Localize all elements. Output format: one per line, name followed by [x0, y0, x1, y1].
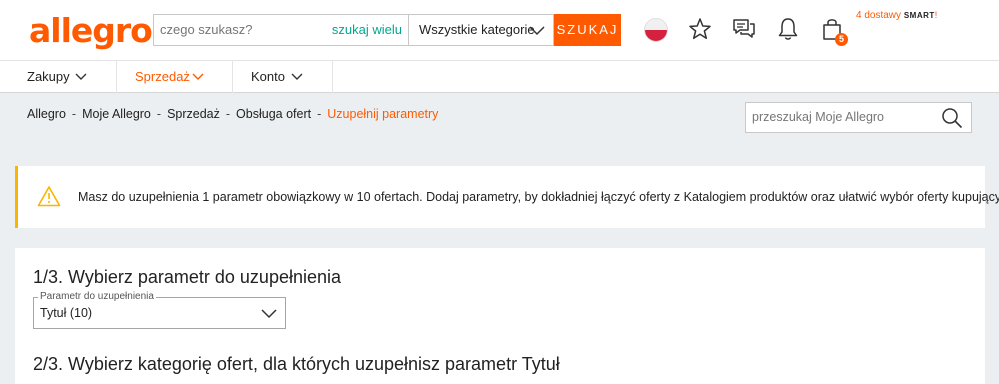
alert-message: Masz do uzupełnienia 1 parametr obowiązk…	[78, 190, 999, 204]
chevron-down-icon	[529, 26, 545, 36]
breadcrumb: Allegro - Moje Allegro - Sprzedaż - Obsługa of…	[27, 107, 438, 121]
star-icon[interactable]	[687, 16, 713, 42]
my-allegro-search-placeholder: przeszukaj Moje Allegro	[752, 110, 885, 124]
step2-title: 2/3. Wybierz kategorię ofert, dla któryc…	[33, 354, 560, 374]
warning-alert: Masz do uzupełnienia 1 parametr obowiązk…	[15, 166, 999, 228]
category-select[interactable]: Wszystkie kategorie	[408, 14, 554, 46]
category-select-value: Wszystkie kategorie	[419, 22, 535, 37]
breadcrumb-current: Uzupełnij parametry	[327, 107, 439, 121]
step1-title: 1/3. Wybierz parametr do uzupełnienia	[33, 267, 342, 287]
chat-icon[interactable]	[731, 16, 757, 42]
warning-icon	[37, 186, 61, 207]
poland-flag-icon[interactable]	[644, 18, 668, 42]
breadcrumb-item[interactable]: Allegro	[27, 107, 66, 121]
chevron-down-icon	[75, 73, 87, 80]
breadcrumb-separator: -	[317, 107, 322, 121]
search-many-link[interactable]: szukaj wielu	[332, 15, 402, 45]
smart-info-icon: !	[934, 10, 938, 20]
top-header: allegro czego szukasz? szukaj wielu Wszy…	[0, 0, 999, 60]
breadcrumb-separator: -	[71, 107, 77, 121]
my-allegro-search-input[interactable]: przeszukaj Moje Allegro	[745, 102, 972, 133]
cart-count-badge: 5	[835, 33, 848, 46]
nav-item-label: Zakupy	[27, 69, 70, 84]
breadcrumb-separator: -	[225, 107, 231, 121]
nav-item-zakupy[interactable]: Zakupy	[0, 61, 117, 93]
breadcrumb-item[interactable]: Obsługa ofert	[236, 107, 311, 121]
breadcrumb-separator: -	[156, 107, 162, 121]
breadcrumb-item[interactable]: Moje Allegro	[82, 107, 151, 121]
nav-item-label: Sprzedaż	[135, 69, 190, 84]
nav-item-sprzedaz[interactable]: Sprzedaż	[117, 61, 233, 93]
breadcrumb-item[interactable]: Sprzedaż	[167, 107, 220, 121]
search-placeholder: czego szukasz?	[160, 22, 253, 37]
search-input[interactable]: czego szukasz? szukaj wielu	[153, 14, 409, 46]
parameters-card: 1/3. Wybierz parametr do uzupełnienia Pa…	[15, 248, 985, 384]
search-button[interactable]: SZUKAJ	[554, 14, 621, 46]
smart-delivery-note[interactable]: 4 dostawy SMART!	[856, 10, 937, 21]
main-nav: Zakupy Sprzedaż Konto	[0, 60, 999, 93]
delivery-count-text: 4 dostawy	[856, 10, 902, 21]
chevron-down-icon	[192, 73, 204, 80]
nav-item-konto[interactable]: Konto	[233, 61, 333, 93]
search-icon[interactable]	[941, 107, 963, 129]
parameter-select-value: Tytuł (10)	[40, 306, 93, 320]
smart-logo: SMART	[903, 11, 935, 20]
bell-icon[interactable]	[775, 16, 801, 42]
nav-item-label: Konto	[251, 69, 285, 84]
chevron-down-icon	[291, 73, 303, 80]
allegro-logo[interactable]: allegro	[29, 11, 153, 51]
chevron-down-icon	[261, 309, 277, 319]
parameter-select[interactable]: Parametr do uzupełnienia Tytuł (10)	[33, 291, 286, 329]
